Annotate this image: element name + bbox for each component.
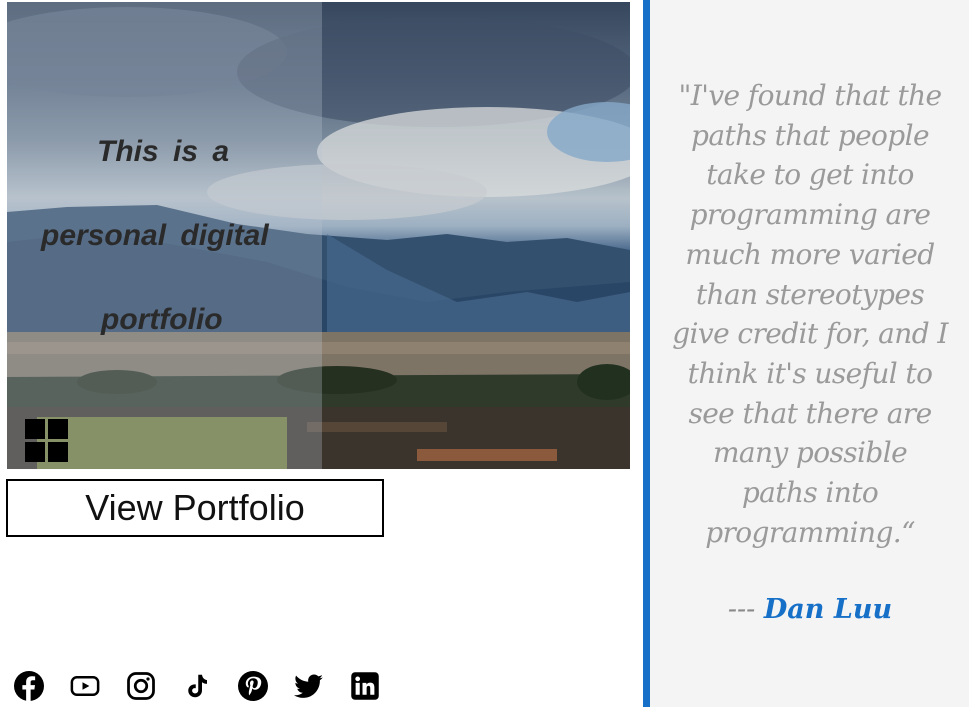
quote-line: programming.“ — [705, 515, 915, 549]
quote-text: "I've found that the paths that people t… — [658, 76, 962, 552]
quote-line: programming are — [689, 198, 931, 232]
tagline-line-1: This is a — [97, 135, 230, 168]
youtube-icon[interactable] — [70, 671, 100, 701]
quote-line: take to get into — [706, 158, 914, 192]
facebook-icon[interactable] — [14, 671, 44, 701]
quote-line: "I've found that the — [678, 79, 942, 112]
quote-line: think it's useful to — [687, 356, 933, 390]
twitter-icon[interactable] — [294, 671, 324, 701]
quote-line: see that there are — [688, 396, 932, 430]
quote-line: than stereotypes — [695, 277, 925, 311]
tagline-line-3: portfolio — [101, 303, 223, 336]
quote-line: many possible — [712, 436, 908, 470]
quote-panel: "I've found that the paths that people t… — [643, 0, 969, 707]
quote-line: give credit for, and I — [672, 317, 948, 351]
hero-tagline: This is a personal digital portfolio — [7, 2, 322, 469]
quote-line: paths into — [741, 476, 879, 510]
attribution-dash: --- — [727, 594, 756, 625]
windows-logo-icon — [25, 419, 69, 463]
hero-image: This is a personal digital portfolio — [7, 2, 630, 469]
pinterest-icon[interactable] — [238, 671, 268, 701]
quote-attribution: --- Dan Luu — [658, 594, 962, 625]
linkedin-icon[interactable] — [350, 671, 380, 701]
quote-author-name: Dan Luu — [763, 594, 893, 625]
instagram-icon[interactable] — [126, 671, 156, 701]
quote-line: much more varied — [685, 237, 935, 271]
quote-line: paths that people — [691, 118, 930, 152]
tiktok-icon[interactable] — [182, 671, 212, 701]
tagline-line-2: personal digital — [41, 219, 269, 252]
view-portfolio-button[interactable]: View Portfolio — [6, 479, 384, 537]
